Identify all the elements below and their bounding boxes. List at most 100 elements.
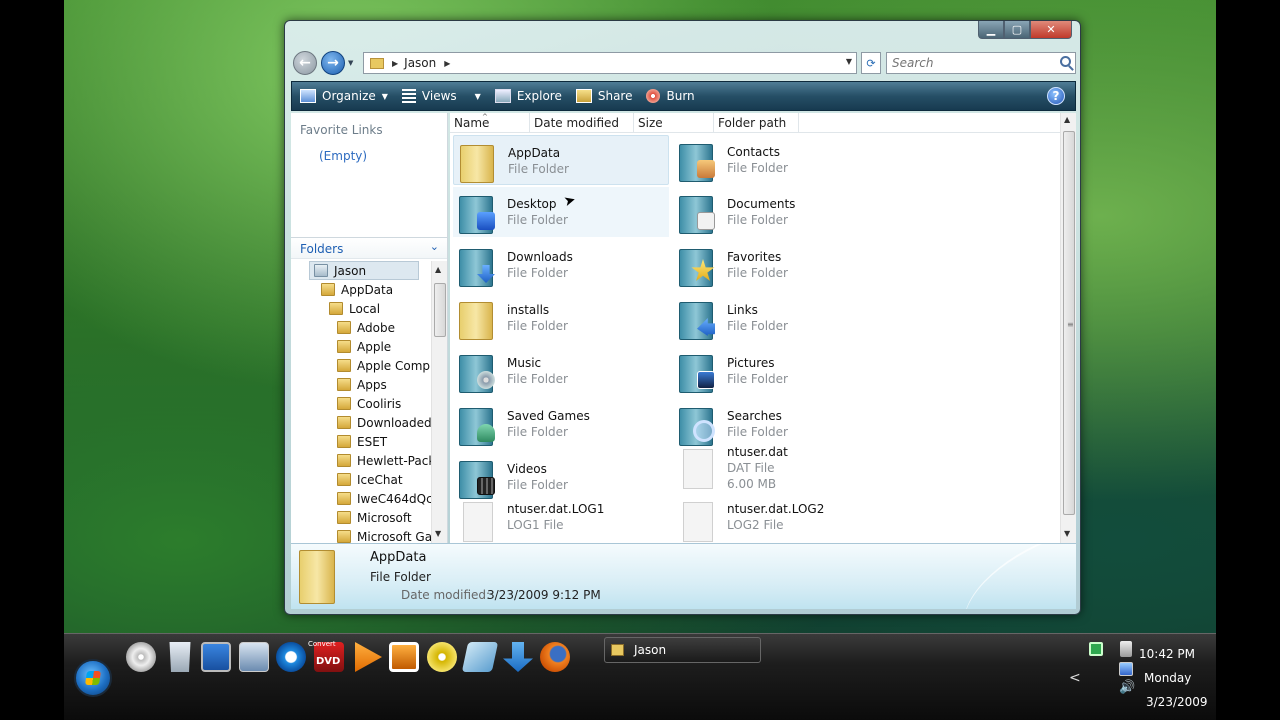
- clock-day[interactable]: Monday: [1144, 671, 1191, 685]
- tree-item-downloaded[interactable]: Downloaded: [337, 413, 431, 432]
- volume-icon[interactable]: 🔊: [1119, 680, 1135, 695]
- file-item-links[interactable]: Links File Folder: [673, 293, 889, 343]
- back-button[interactable]: ←: [293, 51, 317, 75]
- search-box[interactable]: [886, 52, 1076, 74]
- battery-tray-icon[interactable]: [1120, 641, 1132, 657]
- tree-item-icechat[interactable]: IceChat: [337, 470, 403, 489]
- clock-date[interactable]: 3/23/2009: [1146, 695, 1208, 709]
- file-item-contacts[interactable]: Contacts File Folder: [673, 135, 889, 185]
- file-item-appdata[interactable]: AppData File Folder: [453, 135, 669, 185]
- tree-item-hewlett-packard[interactable]: Hewlett-Packa: [337, 451, 431, 470]
- file-type: File Folder: [727, 266, 788, 280]
- column-header-size[interactable]: Size: [634, 113, 714, 133]
- scroll-down-icon[interactable]: ▼: [1064, 529, 1070, 538]
- tree-item-microsoft-games[interactable]: Microsoft Gar: [337, 527, 431, 543]
- start-button[interactable]: [74, 659, 112, 697]
- scroll-up-icon[interactable]: ▲: [435, 265, 441, 274]
- app-launcher-icon[interactable]: [389, 642, 419, 672]
- views-button[interactable]: Views ▼: [401, 89, 481, 103]
- disc-burner-icon[interactable]: [427, 642, 457, 672]
- show-hidden-icons-icon[interactable]: <: [1069, 670, 1081, 686]
- column-header-date-modified[interactable]: Date modified: [530, 113, 634, 133]
- tree-item-eset[interactable]: ESET: [337, 432, 387, 451]
- notes-icon[interactable]: [461, 642, 499, 672]
- tree-scrollbar[interactable]: ▲ ▼: [431, 261, 447, 543]
- file-icon: [679, 499, 715, 542]
- tree-item-iwec464dqc7[interactable]: IweC464dQc7: [337, 489, 431, 508]
- tree-item-apple[interactable]: Apple: [337, 337, 391, 356]
- file-item-videos[interactable]: Videos File Folder: [453, 452, 669, 502]
- chevron-down-icon[interactable]: ⌄: [430, 240, 439, 253]
- file-list-pane: ^ Name Date modified Size Folder path App…: [450, 113, 1076, 543]
- internet-explorer-icon[interactable]: [276, 642, 306, 672]
- tree-item-jason[interactable]: Jason: [309, 261, 419, 280]
- dvd-drive-icon[interactable]: [126, 642, 156, 672]
- file-list-scrollbar[interactable]: ▲ ≡ ▼: [1060, 113, 1076, 543]
- desktop-wallpaper: ▁ ▢ ✕ ← → ▼ ▶ Jason ▶ ▼ ⟳ Search Organiz…: [64, 0, 1216, 720]
- tree-item-appdata[interactable]: AppData: [321, 280, 393, 299]
- music-folder-icon: [459, 349, 495, 393]
- recycle-bin-icon[interactable]: [169, 642, 191, 672]
- breadcrumb-segment[interactable]: Jason: [404, 56, 436, 70]
- file-item-searches[interactable]: Searches File Folder: [673, 399, 889, 449]
- screen: ▁ ▢ ✕ ← → ▼ ▶ Jason ▶ ▼ ⟳ Search Organiz…: [0, 0, 1280, 720]
- tree-item-label: Adobe: [357, 320, 395, 335]
- security-tray-icon[interactable]: [1089, 642, 1103, 656]
- clock-time[interactable]: 10:42 PM: [1139, 647, 1195, 661]
- tree-item-apple-computer[interactable]: Apple Compu: [337, 356, 431, 375]
- tree-item-apps[interactable]: Apps: [337, 375, 387, 394]
- scroll-up-icon[interactable]: ▲: [1064, 115, 1070, 124]
- file-list-scroll-thumb[interactable]: ≡: [1063, 131, 1075, 515]
- switch-windows-icon[interactable]: [239, 642, 269, 672]
- maximize-button[interactable]: ▢: [1004, 21, 1030, 39]
- taskbar-window-button[interactable]: Jason: [604, 637, 761, 663]
- breadcrumb-arrow-icon[interactable]: ▶: [444, 59, 450, 68]
- favorites-folder-icon: [679, 243, 715, 287]
- file-item-downloads[interactable]: Downloads File Folder: [453, 240, 669, 290]
- folder-icon: [337, 492, 351, 505]
- media-player-icon[interactable]: [355, 642, 382, 672]
- folder-icon: [329, 302, 343, 315]
- file-item-favorites[interactable]: Favorites File Folder: [673, 240, 889, 290]
- firefox-icon[interactable]: [540, 642, 570, 672]
- close-button[interactable]: ✕: [1030, 21, 1072, 39]
- help-icon[interactable]: ?: [1047, 87, 1065, 105]
- tree-item-cooliris[interactable]: Cooliris: [337, 394, 401, 413]
- breadcrumb-arrow-icon[interactable]: ▶: [392, 59, 398, 68]
- dropdown-arrow-icon: ▼: [381, 91, 388, 101]
- column-header-folder-path[interactable]: Folder path: [714, 113, 799, 133]
- recent-pages-dropdown[interactable]: ▼: [348, 59, 353, 67]
- search-icon[interactable]: [1060, 56, 1071, 67]
- column-header-name[interactable]: ^ Name: [450, 113, 530, 133]
- forward-button[interactable]: →: [321, 51, 345, 75]
- share-button[interactable]: Share: [575, 89, 632, 103]
- file-item-installs[interactable]: installs File Folder: [453, 293, 669, 343]
- scroll-down-icon[interactable]: ▼: [435, 529, 441, 538]
- show-desktop-icon[interactable]: [201, 642, 231, 672]
- organize-button[interactable]: Organize ▼: [300, 89, 388, 103]
- address-dropdown-icon[interactable]: ▼: [846, 57, 852, 66]
- file-item-music[interactable]: Music File Folder: [453, 346, 669, 396]
- explore-button[interactable]: Explore: [494, 89, 562, 103]
- folder-icon: [337, 435, 351, 448]
- tree-scroll-thumb[interactable]: [434, 283, 446, 337]
- file-item-desktop[interactable]: Desktop File Folder: [453, 187, 669, 237]
- refresh-button[interactable]: ⟳: [861, 52, 881, 74]
- tree-item-adobe[interactable]: Adobe: [337, 318, 395, 337]
- download-icon[interactable]: [503, 642, 533, 672]
- file-item-ntuser-dat[interactable]: ntuser.dat DAT File 6.00 MB: [673, 443, 889, 503]
- file-item-saved-games[interactable]: Saved Games File Folder: [453, 399, 669, 449]
- tree-item-local[interactable]: Local: [329, 299, 380, 318]
- search-input[interactable]: [892, 53, 1052, 73]
- address-bar[interactable]: ▶ Jason ▶ ▼: [363, 52, 857, 74]
- file-item-ntuser-dat-log2[interactable]: ntuser.dat.LOG2 LOG2 File: [673, 496, 889, 542]
- burn-button[interactable]: Burn: [646, 89, 695, 103]
- network-tray-icon[interactable]: [1119, 662, 1133, 676]
- file-type: File Folder: [508, 162, 569, 176]
- tree-item-microsoft[interactable]: Microsoft: [337, 508, 412, 527]
- file-item-ntuser-dat-log1[interactable]: ntuser.dat.LOG1 LOG1 File: [453, 496, 669, 542]
- file-item-pictures[interactable]: Pictures File Folder: [673, 346, 889, 396]
- file-item-documents[interactable]: Documents File Folder: [673, 187, 889, 237]
- minimize-button[interactable]: ▁: [978, 21, 1004, 39]
- folders-header[interactable]: Folders ⌄: [291, 237, 447, 259]
